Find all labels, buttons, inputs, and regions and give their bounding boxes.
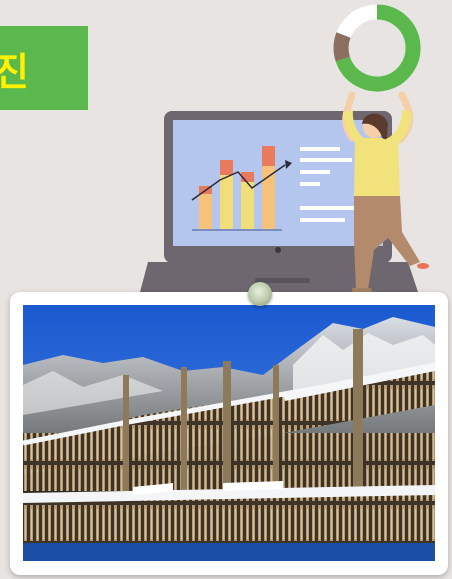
photo-drying-racks bbox=[23, 305, 435, 561]
chart-bar bbox=[220, 175, 233, 230]
drying-rack-scene bbox=[23, 305, 435, 561]
camera-dot bbox=[275, 247, 281, 253]
photo-card bbox=[10, 292, 448, 575]
chart-bar bbox=[199, 192, 212, 230]
laptop-illustration bbox=[140, 4, 429, 293]
laptop-base bbox=[140, 262, 418, 292]
water bbox=[23, 543, 435, 561]
donut-chart bbox=[333, 4, 421, 92]
chart-bar bbox=[262, 146, 275, 166]
pin-icon bbox=[248, 282, 272, 306]
chart-bar bbox=[220, 160, 233, 175]
donut-brown-segment bbox=[333, 32, 351, 62]
